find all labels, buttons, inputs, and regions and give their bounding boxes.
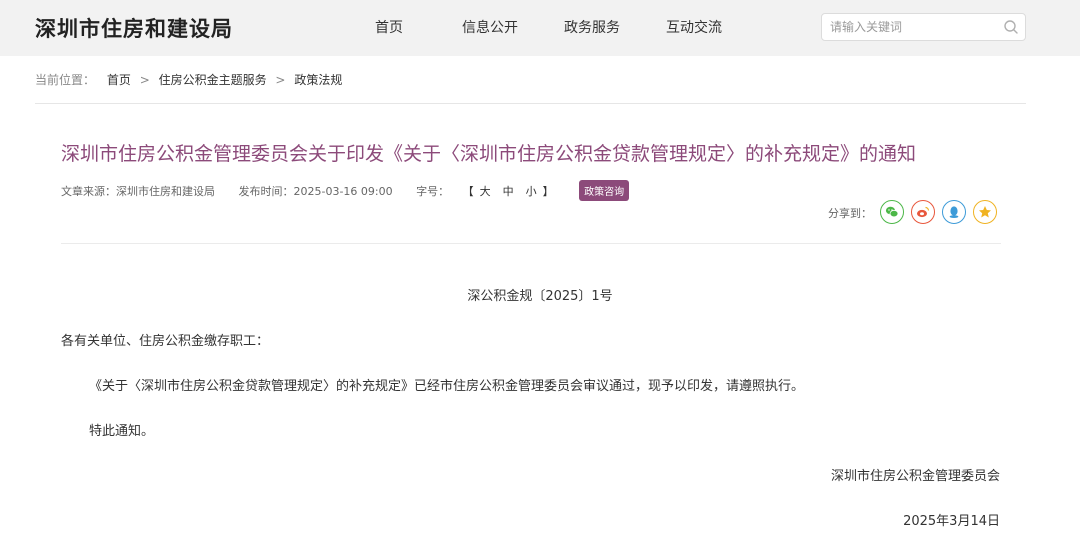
- breadcrumb-item-policy[interactable]: 政策法规: [294, 71, 342, 88]
- divider: [61, 243, 1001, 244]
- breadcrumb-item-home[interactable]: 首页: [107, 71, 131, 88]
- nav-item-info-disclosure[interactable]: 信息公开: [462, 17, 518, 37]
- search-box: [821, 13, 1026, 41]
- font-size-large[interactable]: 大: [480, 185, 491, 198]
- search-icon[interactable]: [1003, 19, 1019, 35]
- salutation: 各有关单位、住房公积金缴存职工：: [61, 334, 270, 349]
- wechat-icon[interactable]: [880, 200, 904, 224]
- article-publish-time: 发布时间：2025-03-16 09:00: [238, 184, 393, 198]
- nav-item-gov-services[interactable]: 政务服务: [564, 17, 620, 37]
- favorite-star-icon[interactable]: [973, 200, 997, 224]
- qq-icon[interactable]: [942, 200, 966, 224]
- closing-line: 特此通知。: [89, 424, 155, 439]
- breadcrumb-label: 当前位置：: [35, 73, 96, 87]
- font-size-bracket-open: 【: [462, 184, 474, 198]
- site-header: 深圳市住房和建设局 首页 信息公开 政务服务 互动交流: [0, 0, 1080, 56]
- breadcrumb-separator: >: [275, 72, 286, 87]
- font-size-medium[interactable]: 中: [503, 185, 514, 198]
- breadcrumb-item-housing-fund[interactable]: 住房公积金主题服务: [159, 71, 267, 88]
- weibo-icon[interactable]: [911, 200, 935, 224]
- sign-date: 2025年3月14日: [903, 514, 1000, 529]
- search-input[interactable]: [830, 18, 995, 36]
- font-size-small[interactable]: 小: [526, 185, 537, 198]
- nav-item-interaction[interactable]: 互动交流: [666, 17, 722, 37]
- divider: [35, 103, 1026, 104]
- signer: 深圳市住房公积金管理委员会: [830, 469, 1000, 484]
- body-paragraph: 《关于〈深圳市住房公积金贷款管理规定〉的补充规定》已经市住房公积金管理委员会审议…: [89, 379, 805, 394]
- article-title: 深圳市住房公积金管理委员会关于印发《关于〈深圳市住房公积金贷款管理规定〉的补充规…: [61, 143, 917, 165]
- breadcrumb: 当前位置： 首页 > 住房公积金主题服务 > 政策法规: [35, 71, 342, 89]
- category-badge[interactable]: 政策咨询: [579, 180, 630, 201]
- breadcrumb-separator: >: [139, 72, 150, 87]
- font-size-selector: 【大中小】: [463, 183, 554, 199]
- nav-item-home[interactable]: 首页: [375, 17, 403, 37]
- document-number: 深公积金规〔2025〕1号: [467, 289, 613, 304]
- article-source: 文章来源：深圳市住房和建设局: [61, 184, 215, 198]
- share-label: 分享到：: [828, 207, 872, 220]
- font-size-label: 字号：: [416, 184, 450, 198]
- font-size-bracket-close: 】: [542, 184, 554, 198]
- article-meta: 文章来源：深圳市住房和建设局 发布时间：2025-03-16 09:00 字号：…: [61, 180, 630, 201]
